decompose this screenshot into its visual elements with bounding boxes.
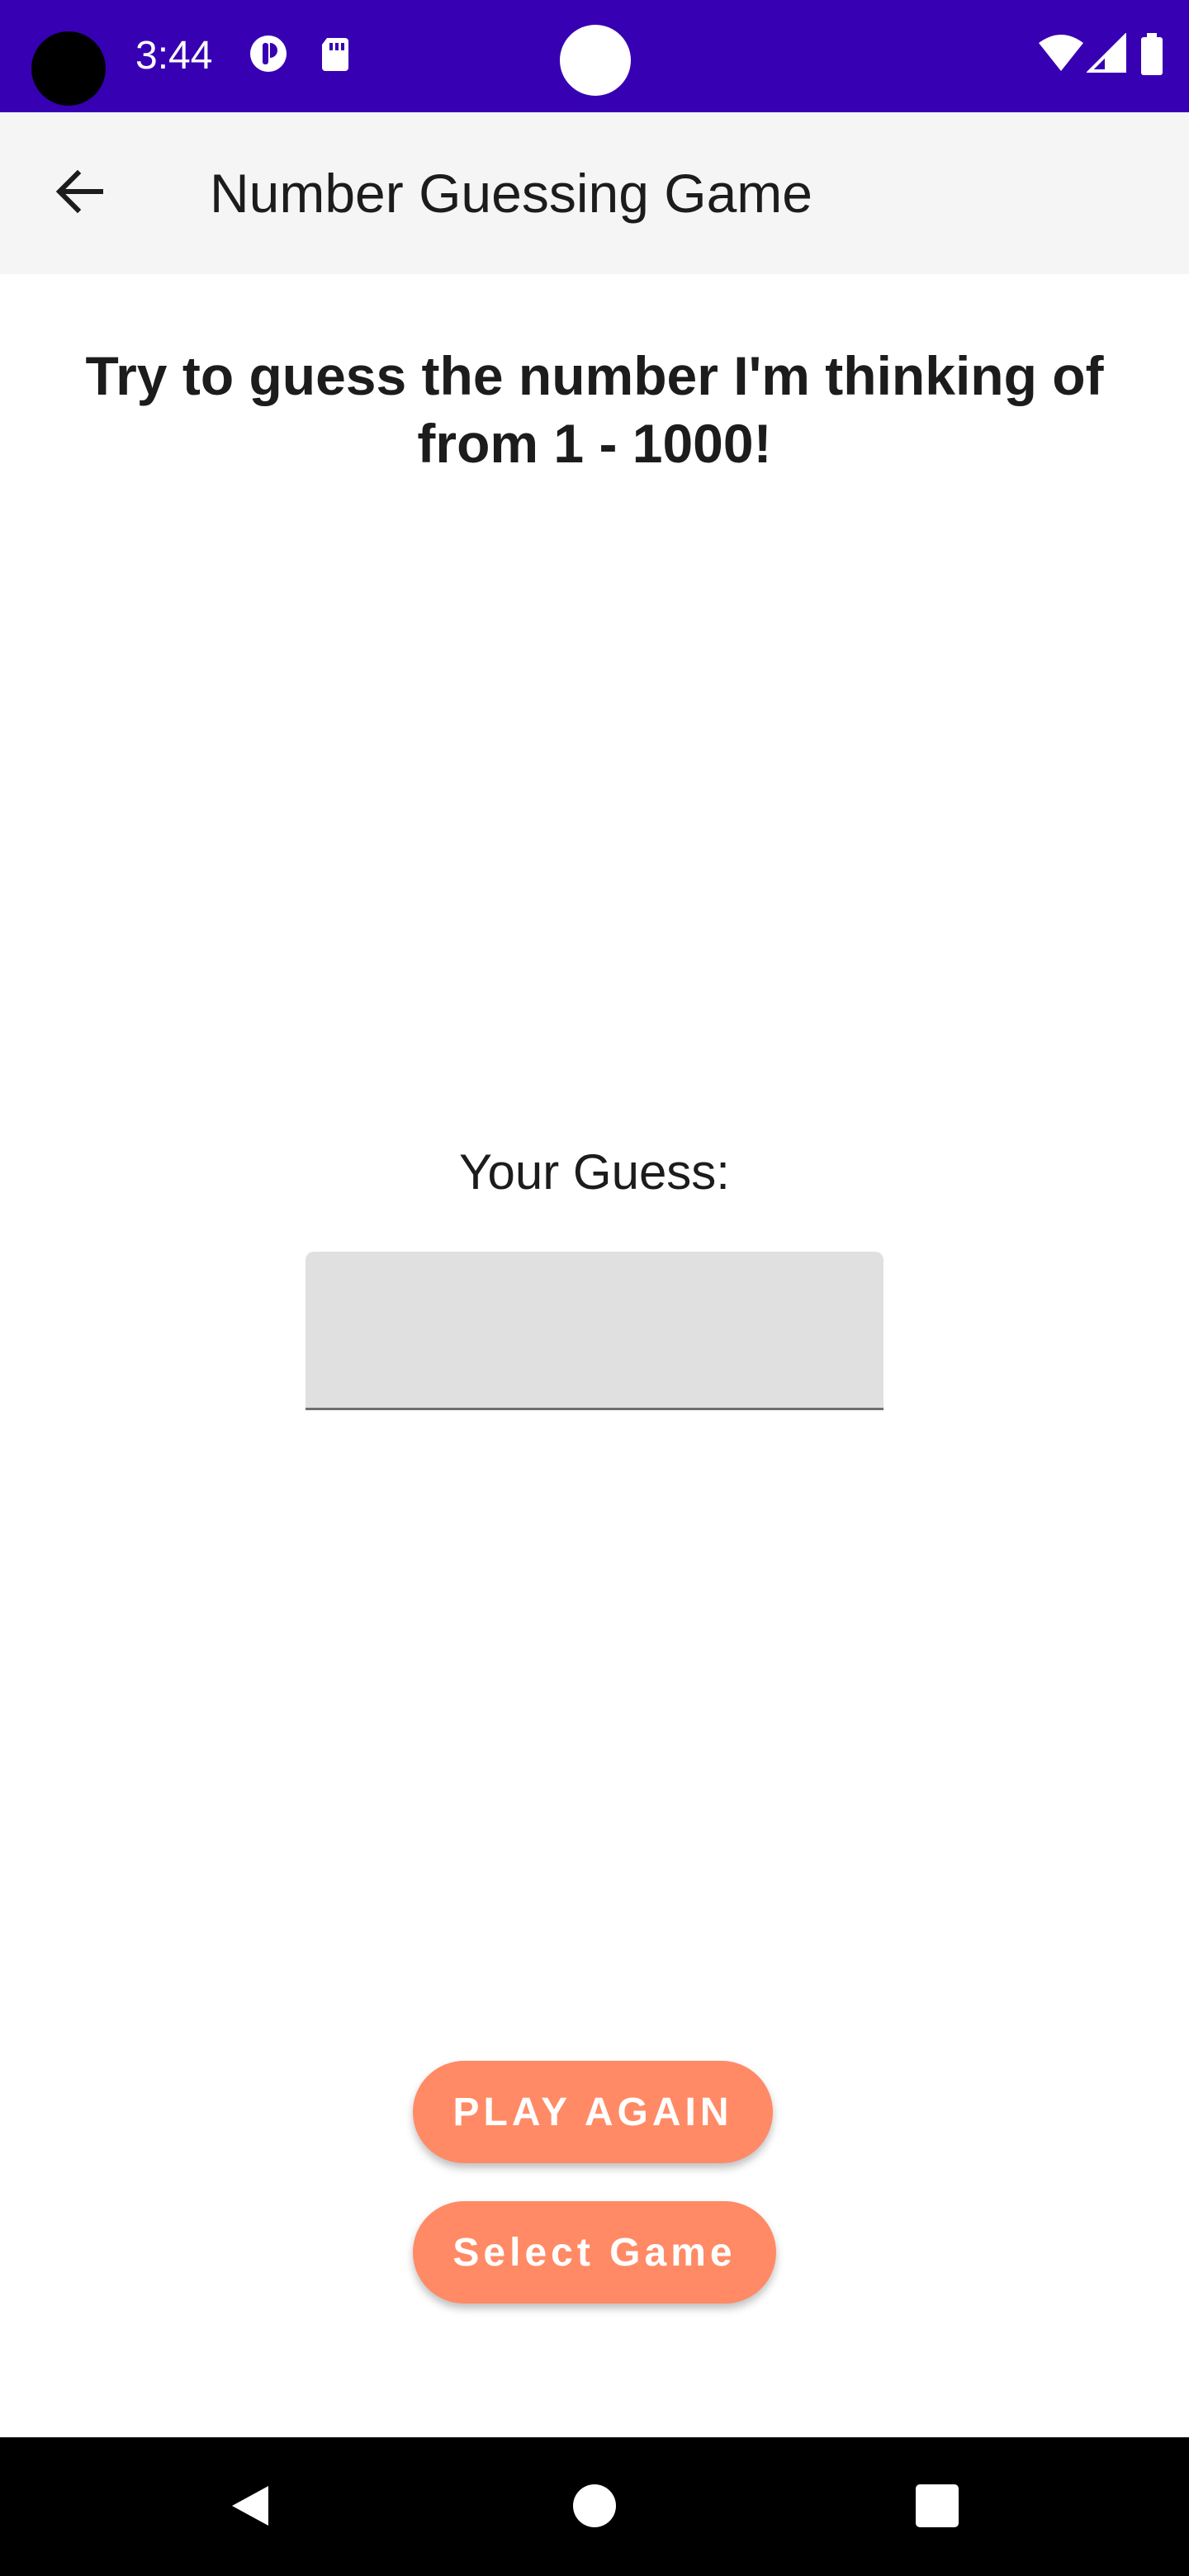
navigation-bar bbox=[0, 2437, 1189, 2576]
guess-input[interactable] bbox=[306, 1252, 883, 1410]
instruction-text: Try to guess the number I'm thinking of … bbox=[85, 345, 1104, 474]
arrow-left-icon bbox=[53, 165, 106, 222]
status-indicator-dot bbox=[560, 25, 631, 96]
notification-app-icon bbox=[248, 33, 289, 74]
play-again-button[interactable]: PLAY AGAIN bbox=[413, 2061, 773, 2163]
recents-square-icon bbox=[914, 2483, 960, 2533]
camera-cutout bbox=[31, 31, 106, 106]
app-bar: Number Guessing Game bbox=[0, 112, 1189, 274]
back-triangle-icon bbox=[225, 2481, 275, 2535]
back-button[interactable] bbox=[40, 154, 119, 233]
screen: 3:44 Number Guessing Game Try to guess t… bbox=[0, 0, 1189, 2576]
status-bar: 3:44 bbox=[0, 0, 1189, 112]
wifi-icon bbox=[1037, 33, 1085, 74]
sd-card-icon bbox=[315, 33, 357, 74]
home-circle-icon bbox=[571, 2483, 618, 2533]
select-game-button[interactable]: Select Game bbox=[413, 2201, 776, 2304]
nav-back-button[interactable] bbox=[205, 2462, 296, 2553]
nav-home-button[interactable] bbox=[549, 2462, 640, 2553]
battery-icon bbox=[1139, 33, 1164, 75]
app-title: Number Guessing Game bbox=[210, 163, 812, 224]
signal-icon bbox=[1086, 32, 1128, 74]
nav-recents-button[interactable] bbox=[892, 2462, 983, 2553]
status-time: 3:44 bbox=[135, 34, 213, 78]
guess-label: Your Guess: bbox=[459, 1144, 730, 1200]
